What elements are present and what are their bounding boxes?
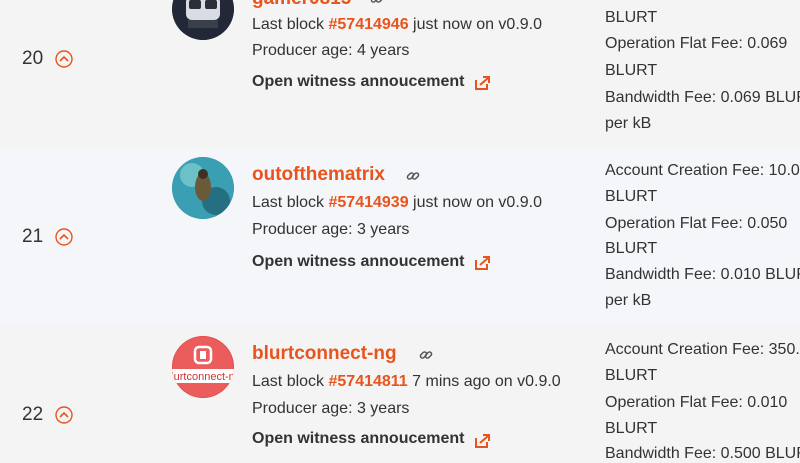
fee-line: per kB xyxy=(605,115,652,132)
external-link-icon[interactable] xyxy=(473,74,491,92)
last-block-line: Last block #57414811 7 mins ago on v0.9.… xyxy=(252,373,561,391)
last-block-label: Last block xyxy=(252,16,325,33)
fee-line: BLURT xyxy=(605,188,658,205)
producer-age: Producer age: 3 years xyxy=(252,400,410,417)
last-block-line: Last block #57414946 just now on v0.9.0 xyxy=(252,16,542,34)
producer-age: Producer age: 3 years xyxy=(252,221,410,238)
avatar[interactable]: blurtconnect-ng xyxy=(172,336,234,398)
last-block-label: Last block xyxy=(252,194,325,211)
last-block-label: Last block xyxy=(252,373,325,390)
external-link-icon[interactable] xyxy=(473,432,491,450)
block-status: just now on v0.9.0 xyxy=(413,16,543,33)
last-block-line: Last block #57414939 just now on v0.9.0 xyxy=(252,194,542,212)
announcement-link[interactable]: Open witness annoucement xyxy=(252,253,464,271)
avatar-text: blurtconnect-ng xyxy=(172,371,234,383)
fee-line: BLURT xyxy=(605,240,658,257)
block-link[interactable]: #57414946 xyxy=(329,16,409,33)
witness-row: 21 outofthematrix Last block #57414939 j… xyxy=(0,148,800,326)
witness-name-link[interactable]: blurtconnect-ng xyxy=(252,343,397,365)
fee-line: Account Creation Fee: 350.000 xyxy=(605,341,800,358)
external-link-icon[interactable] xyxy=(473,254,491,272)
fee-line: Bandwidth Fee: 0.500 BLURT xyxy=(605,445,800,462)
witness-rank: 22 xyxy=(22,404,44,425)
block-status: just now on v0.9.0 xyxy=(413,194,543,211)
link-icon[interactable] xyxy=(419,348,433,362)
witness-name-link[interactable]: gamer0815 xyxy=(252,0,351,10)
producer-age: Producer age: 4 years xyxy=(252,42,410,59)
link-icon[interactable] xyxy=(406,169,420,183)
block-status: 7 mins ago on v0.9.0 xyxy=(412,373,561,390)
avatar[interactable] xyxy=(172,157,234,219)
fee-line: Bandwidth Fee: 0.069 BLURT xyxy=(605,89,800,106)
witness-rank: 20 xyxy=(22,48,44,69)
witness-name-link[interactable]: outofthematrix xyxy=(252,164,385,186)
upvote-icon[interactable] xyxy=(55,50,73,68)
fee-line: Operation Flat Fee: 0.050 xyxy=(605,215,788,232)
upvote-icon[interactable] xyxy=(55,228,73,246)
fee-line: BLURT xyxy=(605,420,658,437)
witness-row: 20 gamer0815 Last block #57414946 just n… xyxy=(0,0,800,148)
upvote-icon[interactable] xyxy=(55,406,73,424)
fee-line: BLURT xyxy=(605,9,658,26)
fee-line: BLURT xyxy=(605,367,658,384)
witness-row: 22 blurtconnect-ng blurtconnect-ng Last … xyxy=(0,326,800,463)
fee-line: per kB xyxy=(605,292,652,309)
fee-line: Operation Flat Fee: 0.010 xyxy=(605,394,788,411)
fee-line: Account Creation Fee: 10.000 xyxy=(605,162,800,179)
link-icon[interactable] xyxy=(370,0,384,6)
fee-line: Operation Flat Fee: 0.069 xyxy=(605,35,788,52)
announcement-link[interactable]: Open witness annoucement xyxy=(252,430,464,448)
announcement-link[interactable]: Open witness annoucement xyxy=(252,73,464,91)
witness-rank: 21 xyxy=(22,226,44,247)
fee-line: Bandwidth Fee: 0.010 BLURT xyxy=(605,266,800,283)
avatar[interactable] xyxy=(172,0,234,40)
block-link[interactable]: #57414939 xyxy=(329,194,409,211)
block-link[interactable]: #57414811 xyxy=(329,373,408,390)
fee-line: BLURT xyxy=(605,62,658,79)
